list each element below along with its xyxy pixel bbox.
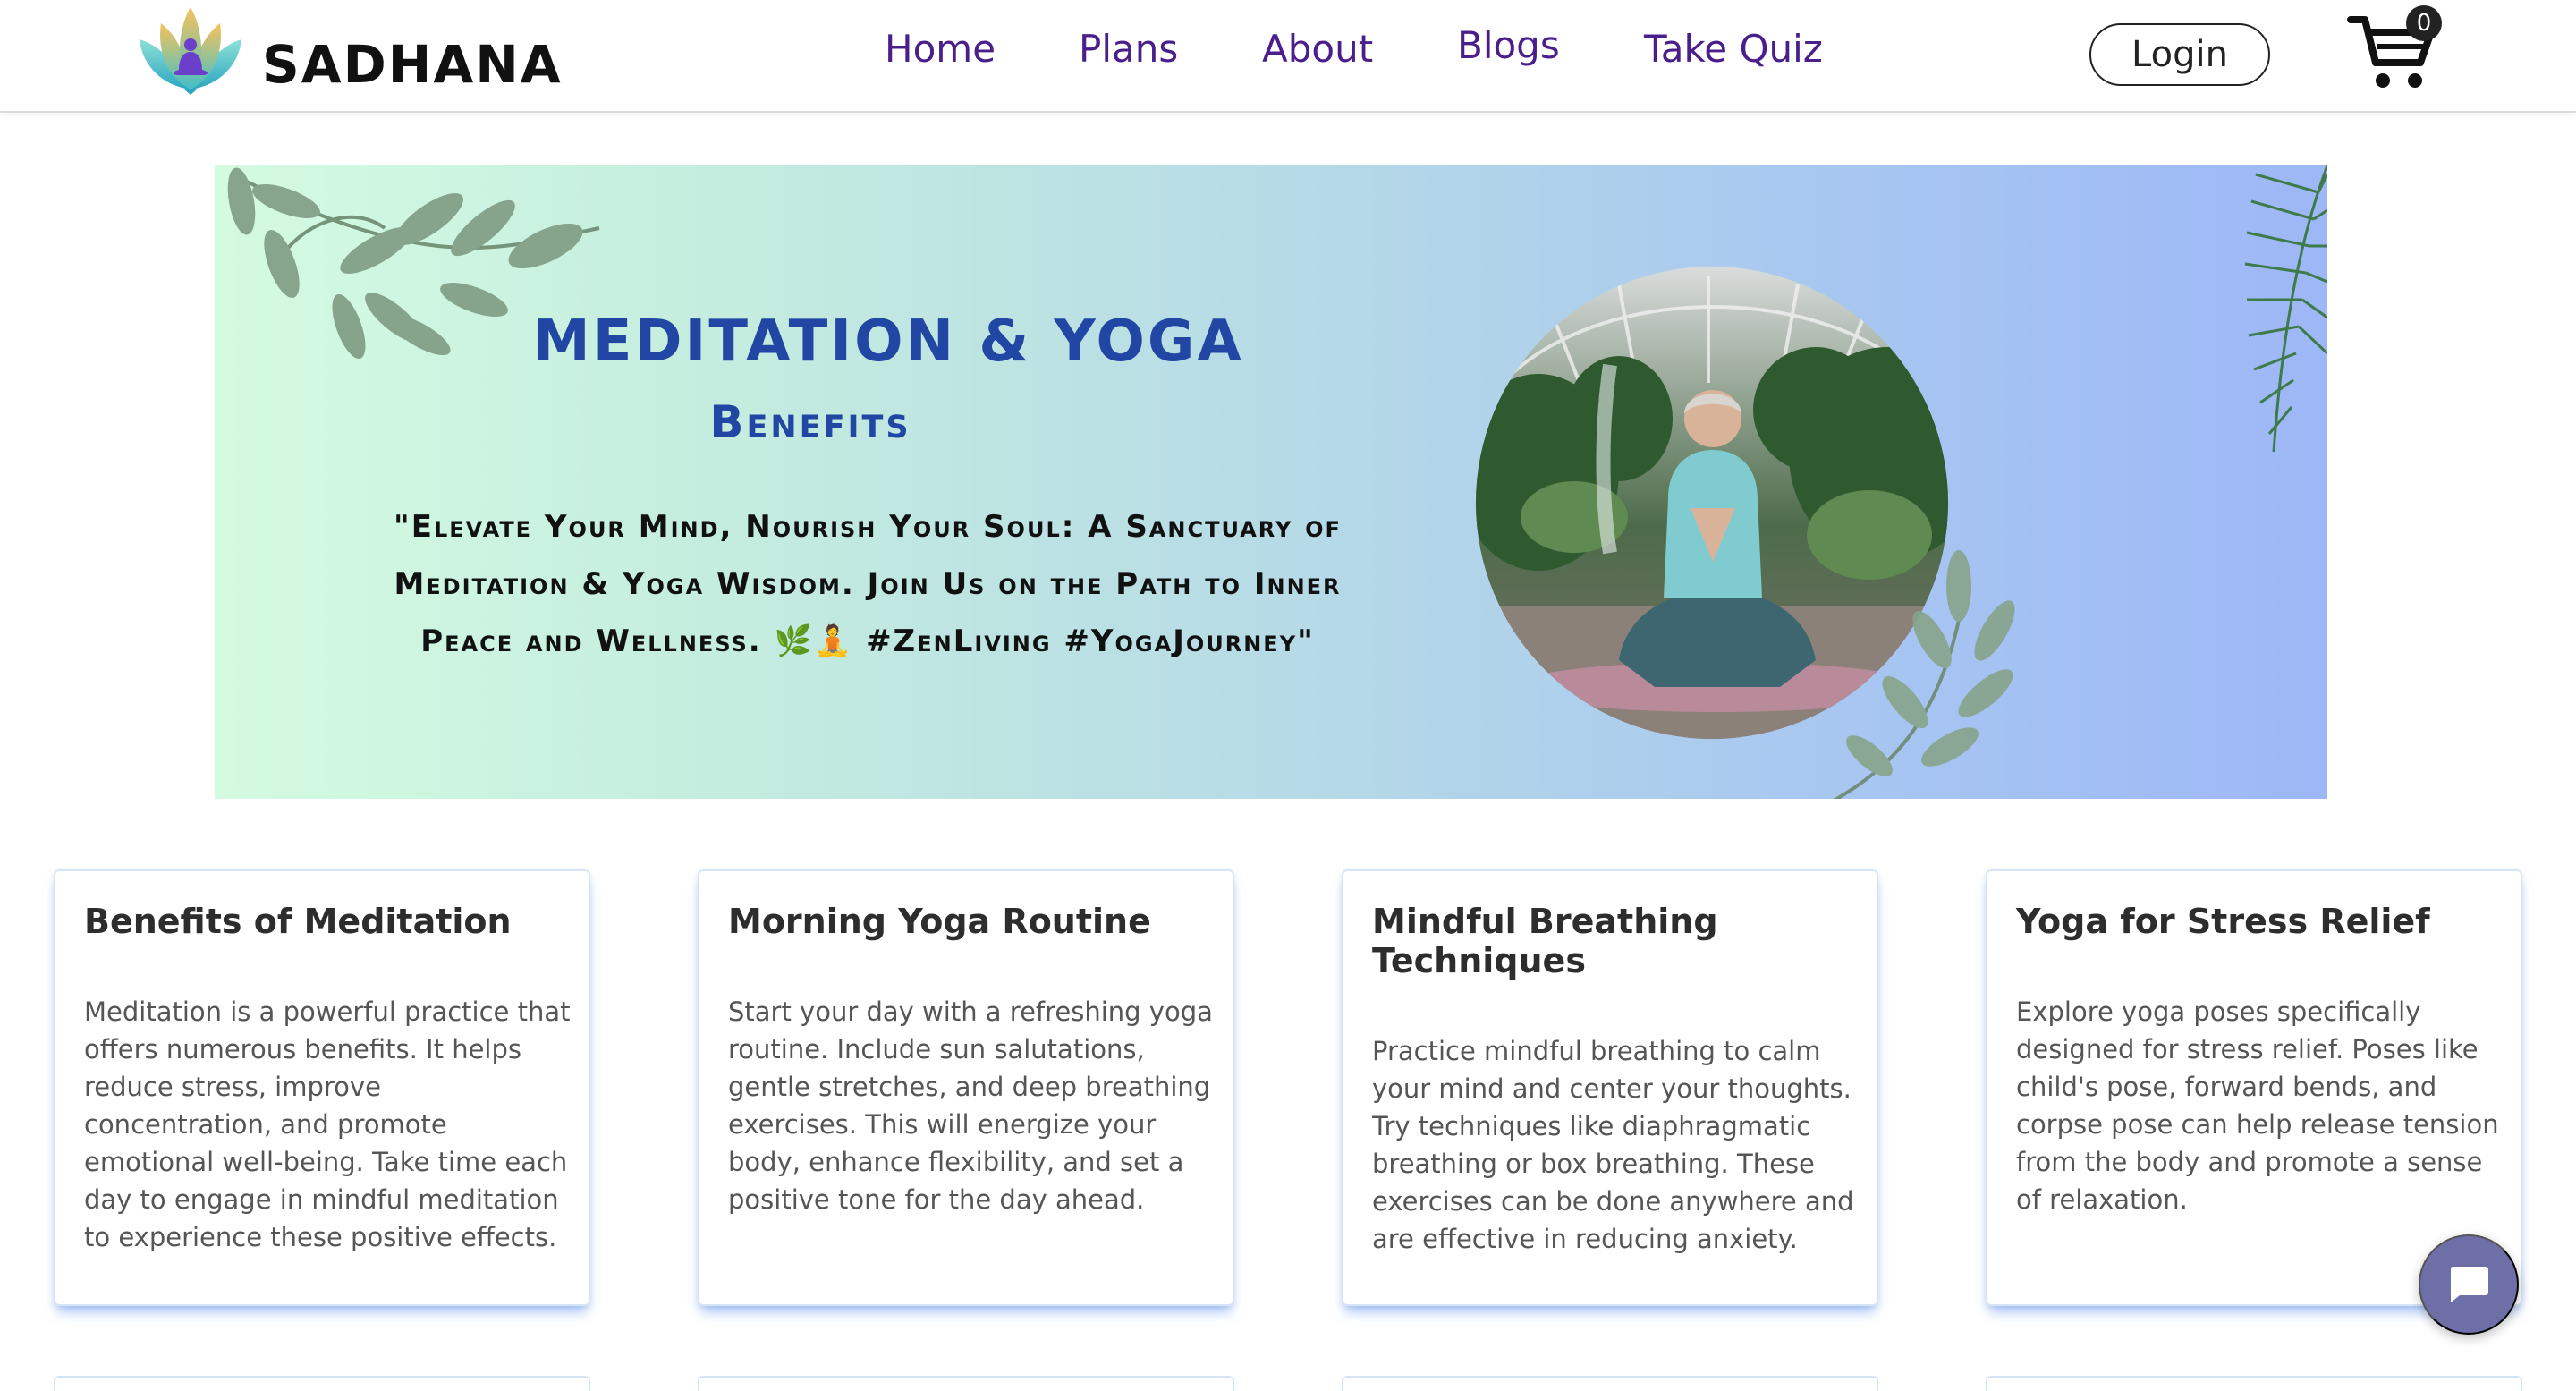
nav-link-blogs[interactable]: Blogs <box>1457 23 1560 67</box>
card-body: Explore yoga poses specifically designed… <box>2016 997 2499 1215</box>
card-title: Yoga for Stress Relief <box>2016 902 2430 941</box>
card-yoga-for-stress-relief[interactable]: Yoga for Stress Relief Explore yoga pose… <box>1986 869 2522 1306</box>
card-title: Mindful Breathing Techniques <box>1372 902 1718 980</box>
card-mindful-breathing-techniques[interactable]: Mindful Breathing Techniques Practice mi… <box>1342 869 1878 1306</box>
top-navbar: SADHANA Home Plans About Blogs Take Quiz… <box>0 0 2576 113</box>
cart-count-badge: 0 <box>2406 5 2442 41</box>
lotus-logo-icon[interactable] <box>138 4 243 98</box>
brand-name[interactable]: SADHANA <box>262 34 563 95</box>
login-button[interactable]: Login <box>2089 23 2270 86</box>
card-body: Start your day with a refreshing yoga ro… <box>728 997 1213 1215</box>
chat-button[interactable] <box>2419 1234 2519 1335</box>
hero-subtitle: Benefits <box>709 396 911 448</box>
chat-bubble-icon <box>2451 1267 2488 1302</box>
hero-banner: MEDITATION & YOGA Benefits "Elevate Your… <box>215 165 2327 799</box>
hero-title: MEDITATION & YOGA <box>533 309 1244 375</box>
nav-link-home[interactable]: Home <box>885 27 996 71</box>
palm-frond-decoration <box>2244 165 2327 453</box>
card-body: Practice mindful breathing to calm your … <box>1372 1036 1854 1254</box>
card-next-row[interactable] <box>698 1376 1234 1391</box>
nav-link-about[interactable]: About <box>1262 27 1373 71</box>
card-title: Morning Yoga Routine <box>728 902 1151 941</box>
card-morning-yoga-routine[interactable]: Morning Yoga Routine Start your day with… <box>698 869 1234 1306</box>
nav-link-plans[interactable]: Plans <box>1079 27 1178 71</box>
card-benefits-of-meditation[interactable]: Benefits of Meditation Meditation is a p… <box>54 869 590 1306</box>
card-next-row[interactable] <box>1342 1376 1878 1391</box>
card-next-row[interactable] <box>54 1376 590 1391</box>
hero-quote: "Elevate Your Mind, Nourish Your Soul: A… <box>394 509 1342 659</box>
nav-link-take-quiz[interactable]: Take Quiz <box>1644 27 1823 71</box>
card-next-row[interactable] <box>1986 1376 2522 1391</box>
leaf-sprig-decoration <box>1833 550 2015 799</box>
card-title: Benefits of Meditation <box>84 902 512 941</box>
card-body: Meditation is a powerful practice that o… <box>84 997 571 1252</box>
